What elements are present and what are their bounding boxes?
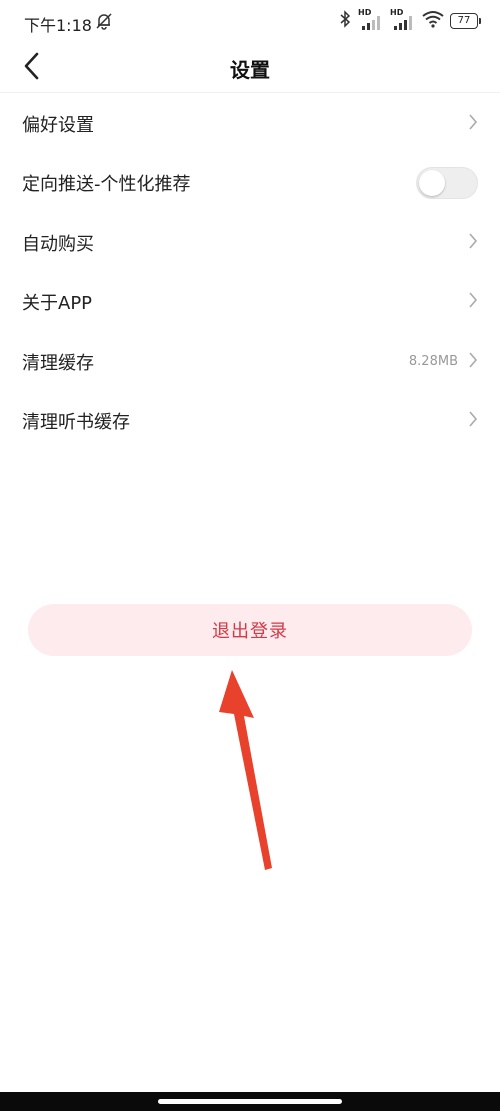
divider (0, 92, 500, 93)
hd-label: HD (358, 8, 372, 17)
status-icons: HD HD 77 (338, 8, 481, 32)
menu-item-clear-cache[interactable]: 清理缓存 8.28MB (0, 332, 500, 392)
toggle-knob (419, 170, 445, 197)
nav-bar: 设置 (0, 44, 500, 92)
menu-item-personalized-push: 定向推送-个性化推荐 (0, 154, 500, 214)
chevron-right-icon (468, 291, 478, 313)
chevron-right-icon (468, 410, 478, 432)
bell-off-icon (95, 12, 113, 34)
menu-item-label: 偏好设置 (22, 114, 94, 136)
menu-item-clear-audiobook-cache[interactable]: 清理听书缓存 (0, 392, 500, 452)
status-time: 下午1:18 (24, 16, 92, 35)
logout-button[interactable]: 退出登录 (28, 604, 472, 656)
settings-list: 偏好设置 定向推送-个性化推荐 自动购买 关于APP 清理缓存 8.28MB 清… (0, 94, 500, 451)
signal-icon: HD (358, 8, 384, 32)
wifi-icon (422, 10, 444, 32)
menu-item-label: 清理听书缓存 (22, 412, 130, 434)
system-navigation-bar (0, 1092, 500, 1111)
signal-icon-2: HD (390, 8, 416, 32)
battery-icon: 77 (450, 13, 481, 29)
cache-size: 8.28MB (408, 354, 458, 370)
chevron-right-icon (468, 113, 478, 135)
menu-item-label: 自动购买 (22, 233, 94, 255)
menu-item-about-app[interactable]: 关于APP (0, 273, 500, 333)
menu-item-label: 关于APP (22, 293, 93, 315)
chevron-right-icon (468, 232, 478, 254)
status-bar: 下午1:18 HD HD 77 (0, 0, 500, 44)
chevron-right-icon (468, 351, 478, 373)
hd-label-2: HD (390, 8, 404, 17)
menu-item-label: 清理缓存 (22, 352, 94, 374)
red-arrow-annotation (205, 670, 285, 884)
menu-item-preferences[interactable]: 偏好设置 (0, 94, 500, 154)
menu-item-label: 定向推送-个性化推荐 (22, 174, 191, 196)
personalized-push-toggle[interactable] (416, 167, 478, 200)
home-indicator[interactable] (158, 1099, 342, 1104)
page-title: 设置 (230, 58, 270, 82)
bluetooth-icon (338, 10, 352, 32)
menu-item-auto-purchase[interactable]: 自动购买 (0, 213, 500, 273)
